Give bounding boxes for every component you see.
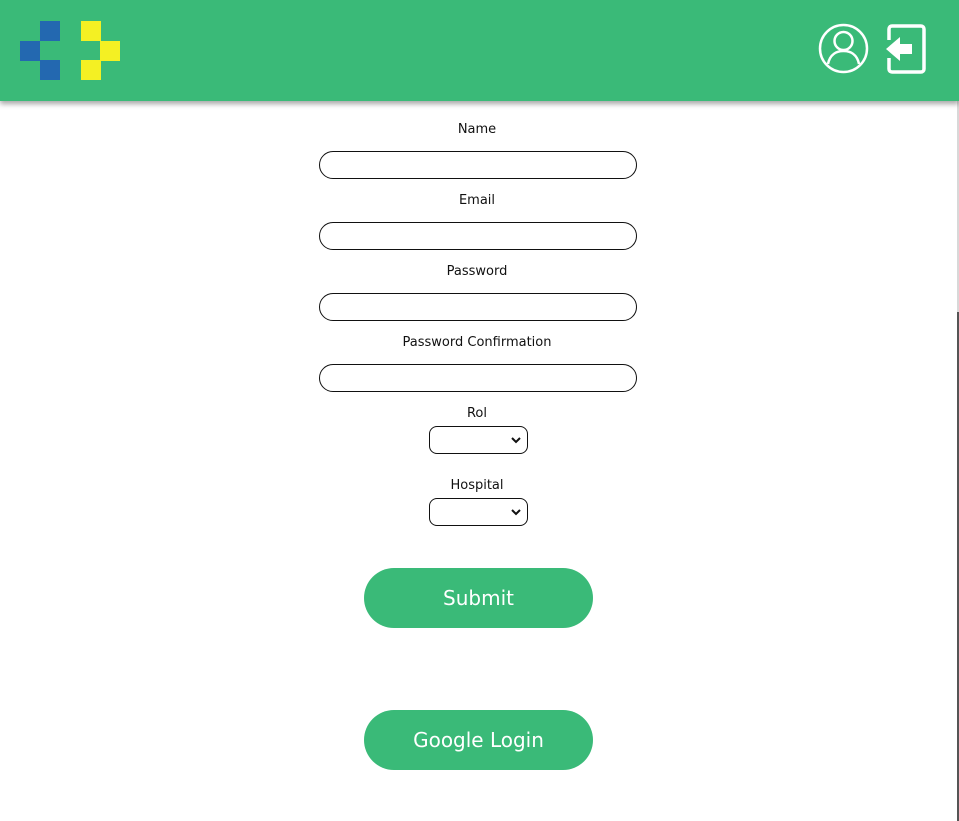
password-confirmation-label: Password Confirmation bbox=[402, 335, 552, 350]
logo-block bbox=[40, 21, 60, 41]
logout-arrow-icon[interactable] bbox=[882, 23, 926, 75]
user-circle-icon[interactable] bbox=[818, 23, 869, 74]
logo-block bbox=[81, 60, 101, 80]
hospital-select[interactable] bbox=[429, 498, 528, 526]
chevron-down-icon bbox=[511, 509, 521, 516]
chevron-down-icon bbox=[511, 437, 521, 444]
email-field[interactable] bbox=[319, 222, 637, 250]
password-field[interactable] bbox=[319, 293, 637, 321]
logo-block bbox=[81, 21, 101, 41]
logo-block bbox=[100, 41, 120, 61]
registration-form: Name Email Password Password Confirmatio… bbox=[0, 101, 957, 821]
submit-button[interactable]: Submit bbox=[364, 568, 593, 628]
top-header bbox=[0, 0, 959, 101]
email-label: Email bbox=[458, 193, 496, 208]
rol-label: Rol bbox=[466, 406, 487, 421]
logo-block bbox=[40, 60, 60, 80]
password-confirmation-field[interactable] bbox=[319, 364, 637, 392]
name-label: Name bbox=[457, 122, 497, 137]
password-label: Password bbox=[446, 264, 508, 279]
logo-block bbox=[20, 41, 40, 61]
rol-select[interactable] bbox=[429, 426, 528, 454]
hospital-cross-logo bbox=[20, 21, 120, 80]
google-login-button[interactable]: Google Login bbox=[364, 710, 593, 770]
hospital-label: Hospital bbox=[450, 478, 504, 493]
name-field[interactable] bbox=[319, 151, 637, 179]
